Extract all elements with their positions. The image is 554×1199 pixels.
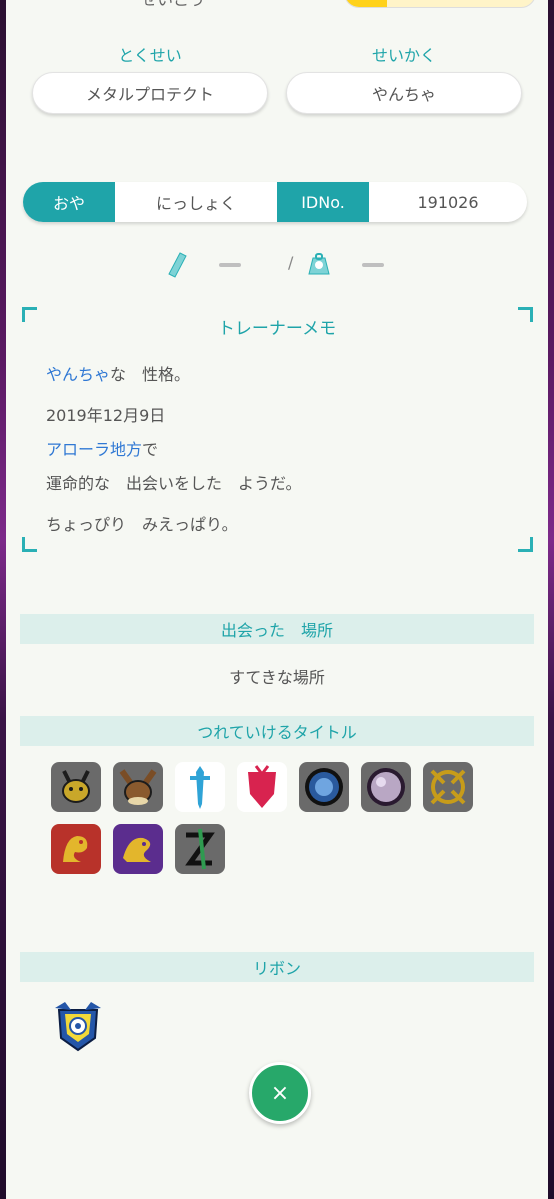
gold-emblem-icon[interactable] xyxy=(423,762,473,812)
met-location-value: すてきな場所 xyxy=(229,668,325,687)
top-cut-pill xyxy=(344,0,536,8)
memo-corner-bl xyxy=(22,537,37,552)
zeta-icon[interactable] xyxy=(175,824,225,874)
memo-nature-line: やんちゃな 性格。 xyxy=(46,365,191,384)
id-value: 191026 xyxy=(417,192,479,212)
memo-date: 2019年12月9日 xyxy=(46,406,166,425)
close-button[interactable]: × xyxy=(249,1062,311,1124)
eevee-icon[interactable] xyxy=(113,762,163,812)
met-location-header: 出会った 場所 xyxy=(20,614,534,644)
weight-icon xyxy=(307,252,331,280)
memo-corner-br xyxy=(518,537,533,552)
pokemon-summary-panel: せいこう とくせい せいかく メタルプロテクト やんちゃ おや にっしょく ID… xyxy=(6,0,548,1199)
top-cut-label: せいこう xyxy=(141,0,205,10)
nature-label: せいかく xyxy=(371,46,436,65)
ability-label: とくせい xyxy=(118,46,182,65)
trainer-id-bar: おや にっしょく IDNo. 191026 xyxy=(23,182,527,222)
weight-value xyxy=(362,263,384,267)
ot-label: おや xyxy=(23,182,115,222)
nature-value[interactable]: やんちゃ xyxy=(286,72,522,114)
titles-header: つれていけるタイトル xyxy=(20,716,534,746)
id-label: IDNo. xyxy=(277,182,369,222)
height-value xyxy=(219,263,241,267)
champion-ribbon-icon[interactable] xyxy=(51,998,105,1056)
memo-met-line: 運命的な 出会いをした ようだ。 xyxy=(46,474,302,493)
ribbons-header: リボン xyxy=(20,952,534,982)
memo-region-highlight: アローラ地方 xyxy=(46,440,143,459)
memo-nature-highlight: やんちゃ xyxy=(46,365,111,384)
pikachu-icon[interactable] xyxy=(51,762,101,812)
memo-region-line: アローラ地方で xyxy=(46,440,159,459)
pearl-orb-icon[interactable] xyxy=(361,762,411,812)
ot-value: にっしょく xyxy=(155,194,236,213)
memo-title: トレーナーメモ xyxy=(217,319,337,339)
sword-icon[interactable] xyxy=(175,762,225,812)
height-icon xyxy=(166,252,188,282)
size-separator: / xyxy=(288,253,294,272)
ability-value[interactable]: メタルプロテクト xyxy=(32,72,268,114)
crystal-orb-icon[interactable] xyxy=(299,762,349,812)
shield-icon[interactable] xyxy=(237,762,287,812)
memo-characteristic: ちょっぴり みえっぱり。 xyxy=(46,515,238,534)
red-dragon-icon[interactable] xyxy=(51,824,101,874)
purple-dragon-icon[interactable] xyxy=(113,824,163,874)
